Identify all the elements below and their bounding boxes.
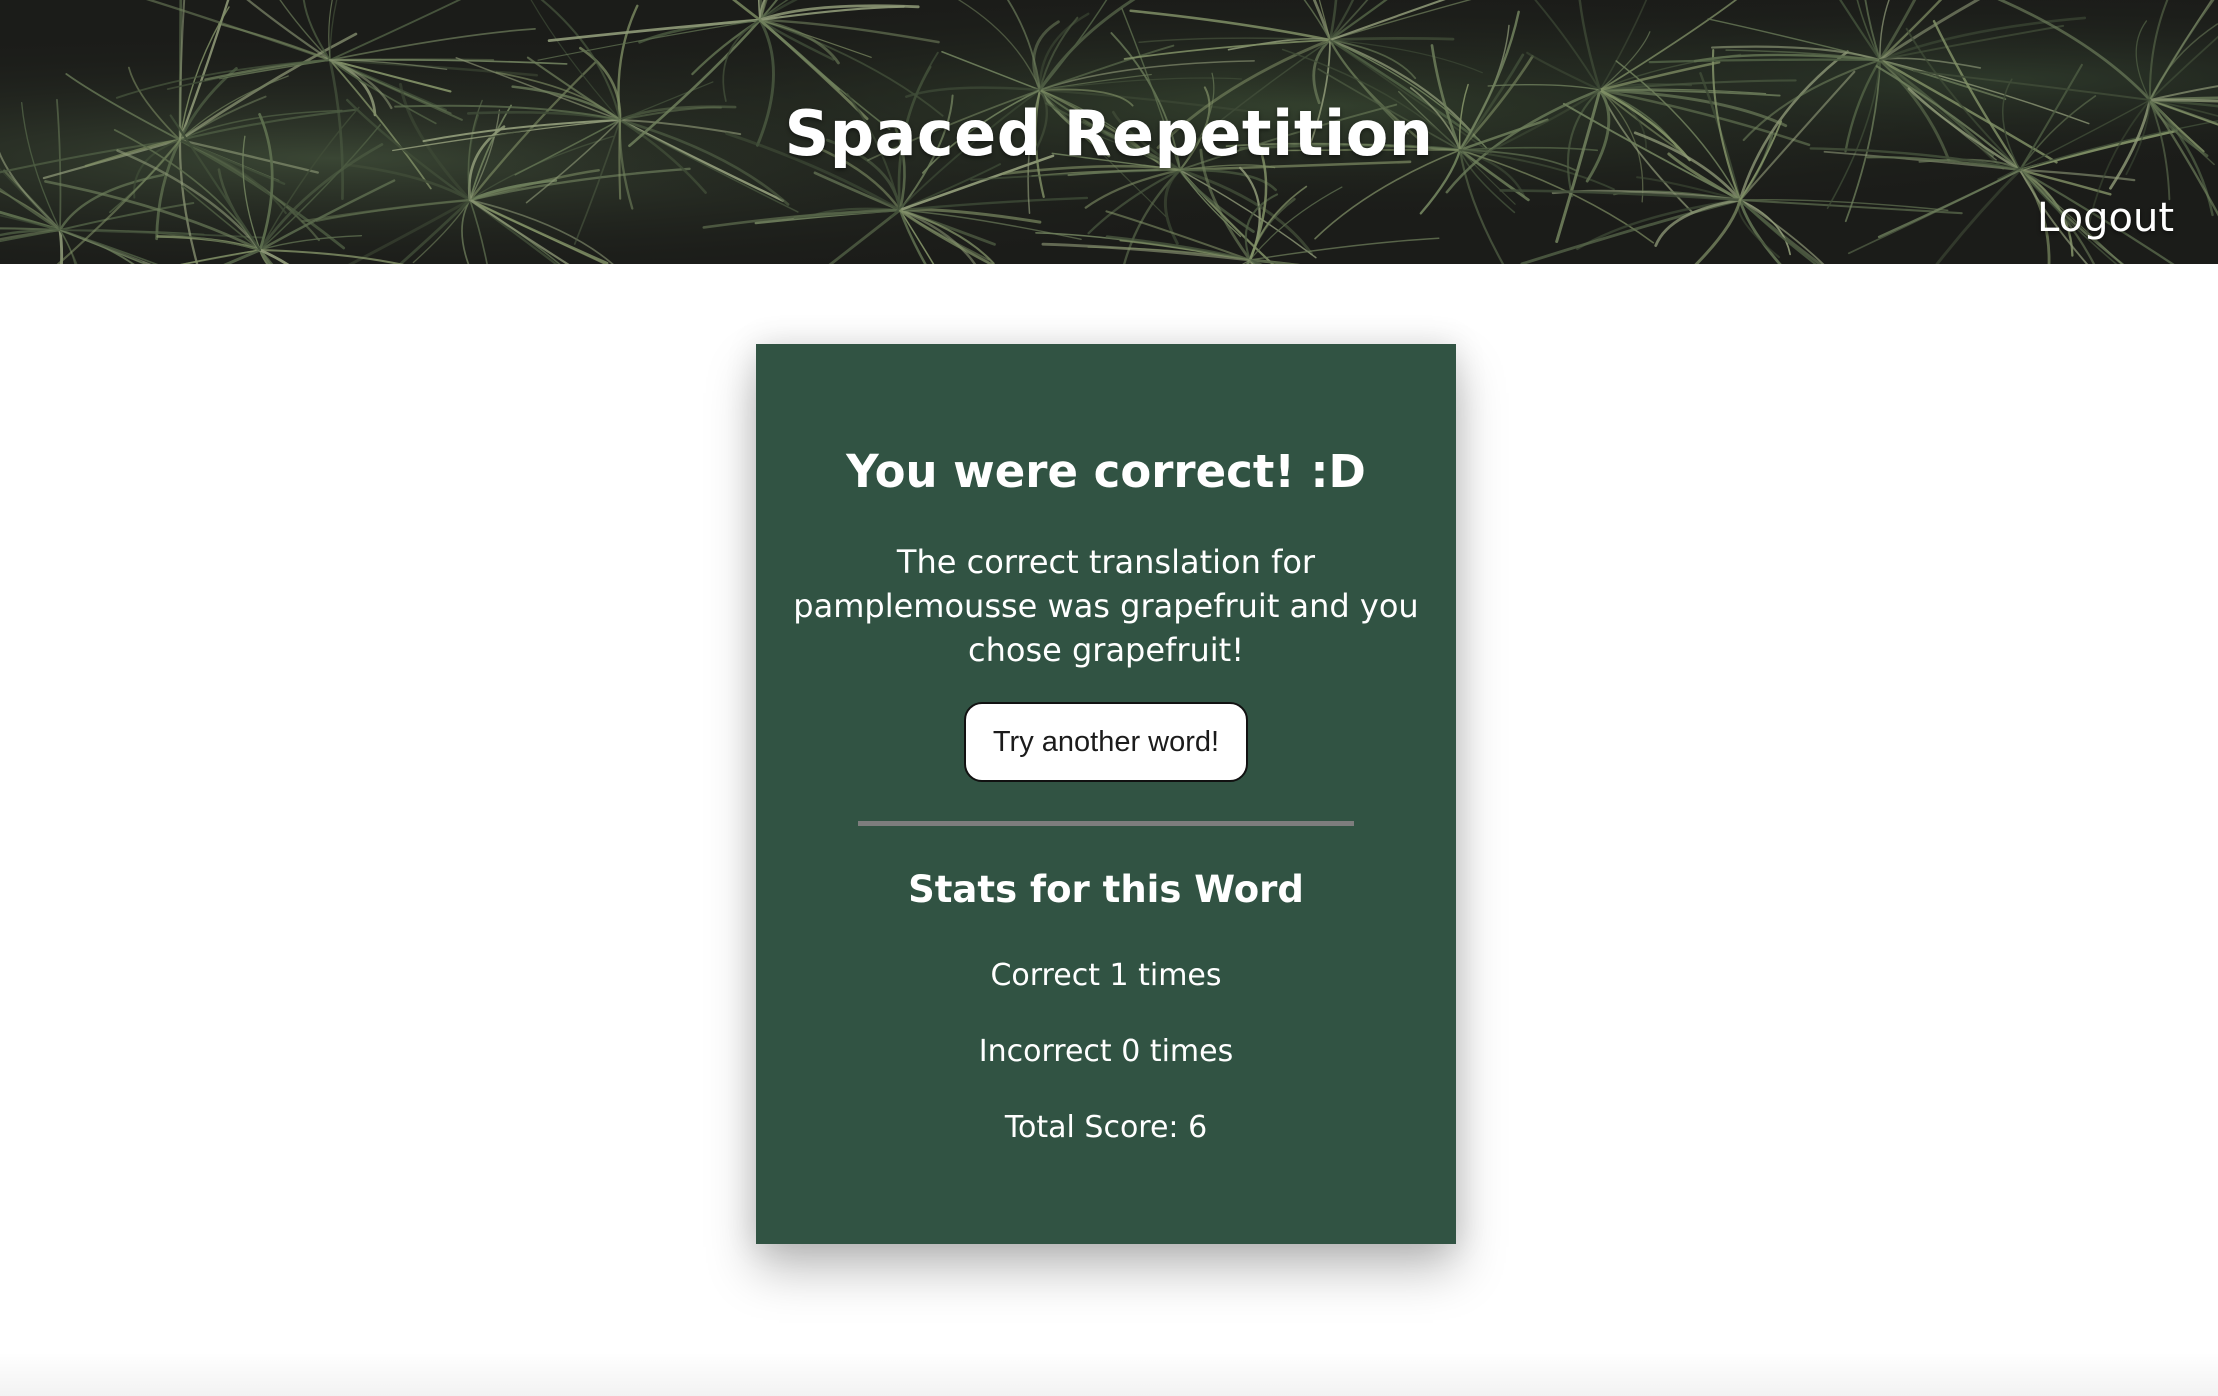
total-score: Total Score: 6 [1004, 1110, 1208, 1145]
site-header: Spaced Repetition Logout [0, 0, 2218, 264]
divider [858, 821, 1354, 826]
footer-shadow [0, 1352, 2218, 1396]
logout-link[interactable]: Logout [2037, 190, 2174, 246]
stats-heading: Stats for this Word [908, 868, 1304, 911]
correct-count: Correct 1 times [990, 958, 1222, 993]
pine-needle [1328, 37, 1455, 42]
feedback-message: The correct translation for pamplemousse… [793, 543, 1419, 669]
try-another-word-button[interactable]: Try another word! [964, 702, 1248, 782]
site-title[interactable]: Spaced Repetition [0, 94, 2218, 174]
incorrect-count: Incorrect 0 times [978, 1034, 1234, 1069]
result-heading: You were correct! :D [846, 445, 1366, 498]
answer-feedback-card: You were correct! :D The correct transla… [756, 344, 1456, 1244]
